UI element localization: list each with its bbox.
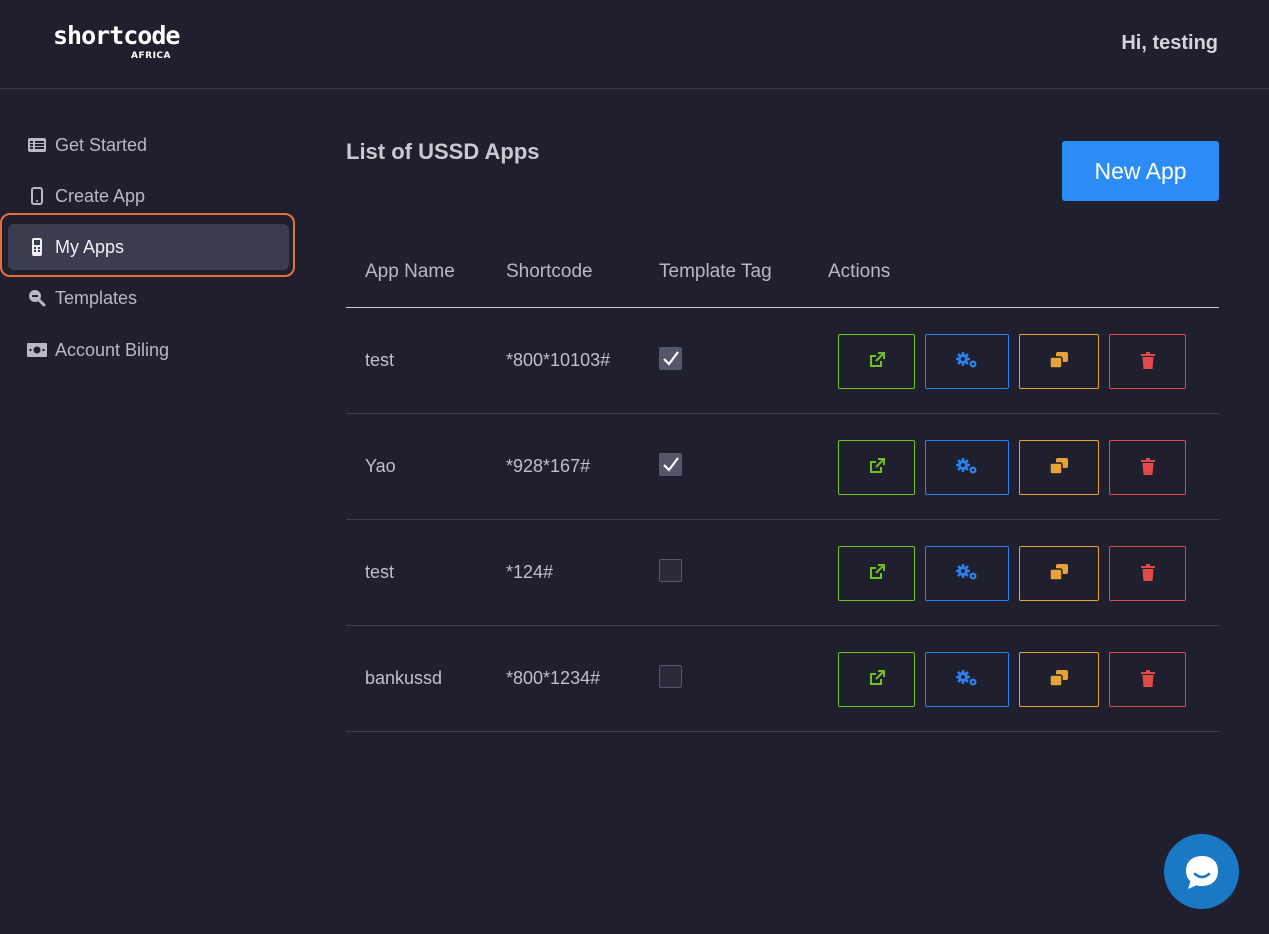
column-header-app-name: App Name [365, 261, 455, 282]
mobile-icon [27, 187, 47, 205]
cogs-icon [955, 669, 979, 690]
checkmark-icon [663, 457, 679, 472]
sidebar-item-get-started[interactable]: Get Started [8, 122, 289, 168]
settings-app-button[interactable] [925, 440, 1009, 495]
money-icon [27, 343, 47, 357]
chat-widget-button[interactable] [1164, 834, 1239, 909]
logo-wordmark: shortcode [53, 21, 180, 50]
sidebar-item-label: My Apps [55, 236, 125, 257]
copy-app-button[interactable] [1019, 546, 1099, 601]
shortcode-cell: *800*10103# [506, 350, 611, 370]
logo[interactable]: shortcode AFRICA [53, 21, 180, 64]
template-tag-checkbox[interactable] [659, 453, 682, 476]
column-header-shortcode: Shortcode [506, 261, 593, 282]
delete-app-button[interactable] [1109, 440, 1186, 495]
copy-icon [1049, 458, 1068, 477]
table-row: test *800*10103# [346, 308, 1219, 414]
copy-app-button[interactable] [1019, 440, 1099, 495]
table-row: test *124# [346, 520, 1219, 626]
table-row: Yao *928*167# [346, 414, 1219, 520]
trash-icon [1140, 457, 1155, 478]
external-link-icon [869, 564, 885, 583]
column-header-template-tag: Template Tag [659, 261, 772, 282]
external-link-icon [869, 670, 885, 689]
apps-table: App Name Shortcode Template Tag Actions … [346, 244, 1219, 732]
settings-app-button[interactable] [925, 546, 1009, 601]
open-app-button[interactable] [838, 652, 915, 707]
checkmark-icon [663, 351, 679, 366]
chat-icon [1185, 855, 1218, 889]
copy-app-button[interactable] [1019, 652, 1099, 707]
delete-app-button[interactable] [1109, 652, 1186, 707]
copy-icon [1049, 564, 1068, 583]
copy-icon [1049, 352, 1068, 371]
sidebar-item-my-apps[interactable]: My Apps [8, 224, 289, 270]
shortcode-cell: *124# [506, 562, 554, 582]
table-header: App Name Shortcode Template Tag Actions [346, 244, 1219, 308]
delete-app-button[interactable] [1109, 546, 1186, 601]
user-greeting[interactable]: Hi, testing [1121, 32, 1218, 55]
column-header-actions: Actions [828, 261, 891, 282]
mobile-apps-icon [27, 238, 47, 256]
page-title: List of USSD Apps [346, 139, 540, 164]
template-tag-checkbox[interactable] [659, 559, 682, 582]
settings-app-button[interactable] [925, 652, 1009, 707]
sidebar-item-label: Create App [55, 185, 146, 206]
cogs-icon [955, 351, 979, 372]
copy-app-button[interactable] [1019, 334, 1099, 389]
trash-icon [1140, 669, 1155, 690]
delete-app-button[interactable] [1109, 334, 1186, 389]
search-icon [27, 289, 47, 307]
trash-icon [1140, 563, 1155, 584]
sidebar-item-templates[interactable]: Templates [8, 275, 289, 321]
sidebar-item-label: Get Started [55, 134, 148, 155]
list-icon [27, 138, 47, 152]
table-row: bankussd *800*1234# [346, 626, 1219, 732]
trash-icon [1140, 351, 1155, 372]
new-app-button[interactable]: New App [1062, 141, 1219, 201]
app-name-cell: test [365, 562, 395, 582]
app-name-cell: test [365, 350, 395, 370]
app-name-cell: Yao [365, 456, 396, 476]
template-tag-checkbox[interactable] [659, 347, 682, 370]
open-app-button[interactable] [838, 334, 915, 389]
top-header: shortcode AFRICA Hi, testing [0, 0, 1269, 89]
sidebar-item-label: Templates [55, 287, 138, 308]
template-tag-checkbox[interactable] [659, 665, 682, 688]
shortcode-cell: *928*167# [506, 456, 591, 476]
shortcode-cell: *800*1234# [506, 668, 601, 688]
cogs-icon [955, 457, 979, 478]
external-link-icon [869, 458, 885, 477]
logo-subtitle: AFRICA [131, 51, 171, 61]
cogs-icon [955, 563, 979, 584]
open-app-button[interactable] [838, 440, 915, 495]
settings-app-button[interactable] [925, 334, 1009, 389]
copy-icon [1049, 670, 1068, 689]
sidebar-item-account-billing[interactable]: Account Biling [8, 327, 289, 373]
sidebar-item-label: Account Biling [55, 339, 170, 360]
app-name-cell: bankussd [365, 668, 443, 688]
open-app-button[interactable] [838, 546, 915, 601]
external-link-icon [869, 352, 885, 371]
